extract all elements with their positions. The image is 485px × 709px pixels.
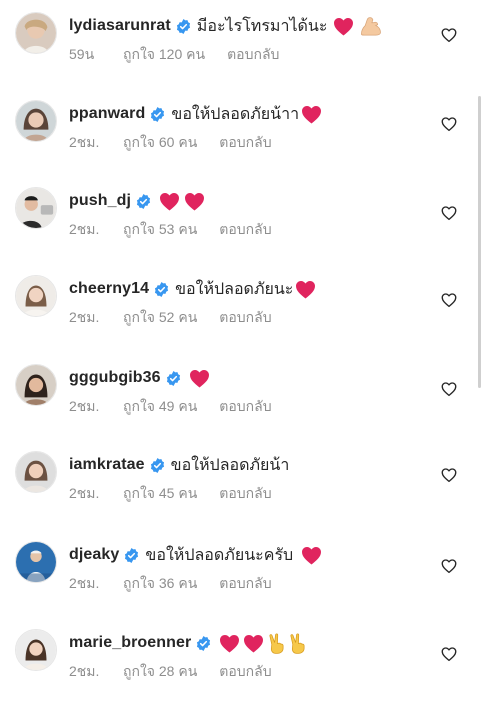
- comment-meta: 2ชม. ถูกใจ 28 คน ตอบกลับ: [69, 663, 272, 681]
- heart-outline-icon[interactable]: [440, 466, 458, 484]
- verified-badge-icon: [124, 547, 139, 563]
- comment-likes-count[interactable]: ถูกใจ 52 คน: [123, 307, 197, 329]
- red-heart-emoji: [301, 105, 322, 124]
- avatar[interactable]: [15, 12, 57, 54]
- verified-badge-icon: [154, 281, 169, 297]
- comment-item: ppanward ขอให้ปลอดภัยน้าา 2ชม. ถูกใจ 60 …: [0, 100, 485, 180]
- comment-username[interactable]: ppanward: [69, 105, 145, 123]
- comment-username[interactable]: gggubgib36: [69, 369, 161, 387]
- comment-line: lydiasarunrat มีอะไรโทรมาได้นะ: [69, 14, 382, 38]
- comments-list: lydiasarunrat มีอะไรโทรมาได้นะ 59น ถูกใจ…: [0, 0, 485, 696]
- avatar[interactable]: [15, 629, 57, 671]
- comment-text: มีอะไรโทรมาได้นะ: [196, 17, 328, 35]
- comment-text: ขอให้ปลอดภัยน้า: [170, 456, 290, 474]
- verified-badge-icon: [136, 193, 151, 209]
- comment-meta: 2ชม. ถูกใจ 49 คน ตอบกลับ: [69, 398, 272, 416]
- comment-item: lydiasarunrat มีอะไรโทรมาได้นะ 59น ถูกใจ…: [0, 12, 485, 92]
- comment-item: marie_broenner 2ชม. ถูกใจ 28 คน ตอบกลับ: [0, 629, 485, 709]
- verified-badge-icon: [150, 457, 165, 473]
- comment-text: ขอให้ปลอดภัยน้าา: [171, 105, 300, 123]
- reply-button[interactable]: ตอบกลับ: [219, 396, 271, 418]
- red-heart-emoji: [184, 192, 205, 211]
- reply-button[interactable]: ตอบกลับ: [227, 44, 279, 66]
- comment-likes-count[interactable]: ถูกใจ 28 คน: [123, 661, 197, 683]
- avatar[interactable]: [15, 275, 57, 317]
- comment-meta: 2ชม. ถูกใจ 36 คน ตอบกลับ: [69, 575, 272, 593]
- comment-line: marie_broenner: [69, 631, 306, 655]
- red-heart-emoji: [159, 192, 180, 211]
- comment-line: ppanward ขอให้ปลอดภัยน้าา: [69, 102, 322, 126]
- comment-item: djeaky ขอให้ปลอดภัยนะครับ 2ชม. ถูกใจ 36 …: [0, 541, 485, 621]
- avatar[interactable]: [15, 364, 57, 406]
- comment-username[interactable]: marie_broenner: [69, 634, 191, 652]
- heart-outline-icon[interactable]: [440, 204, 458, 222]
- comment-username[interactable]: cheerny14: [69, 280, 149, 298]
- comment-timestamp: 2ชม.: [69, 485, 100, 501]
- red-heart-emoji: [243, 634, 264, 653]
- victory-hand-emoji: [289, 632, 306, 654]
- comment-timestamp: 2ชม.: [69, 134, 100, 150]
- comment-meta: 2ชม. ถูกใจ 45 คน ตอบกลับ: [69, 485, 272, 503]
- comment-timestamp: 2ชม.: [69, 663, 100, 679]
- comment-item: push_dj 2ชม. ถูกใจ 53 คน ตอบกลับ: [0, 187, 485, 267]
- heart-outline-icon[interactable]: [440, 645, 458, 663]
- comment-line: djeaky ขอให้ปลอดภัยนะครับ: [69, 543, 322, 567]
- comment-item: cheerny14 ขอให้ปลอดภัยนะ 2ชม. ถูกใจ 52 ค…: [0, 275, 485, 355]
- comment-username[interactable]: iamkratae: [69, 456, 145, 474]
- comment-likes-count[interactable]: ถูกใจ 53 คน: [123, 219, 197, 241]
- comment-likes-count[interactable]: ถูกใจ 45 คน: [123, 483, 197, 505]
- verified-badge-icon: [196, 635, 211, 651]
- red-heart-emoji: [295, 280, 316, 299]
- comment-username[interactable]: push_dj: [69, 192, 131, 210]
- comment-likes-count[interactable]: ถูกใจ 120 คน: [123, 44, 205, 66]
- reply-button[interactable]: ตอบกลับ: [219, 219, 271, 241]
- heart-outline-icon[interactable]: [440, 291, 458, 309]
- avatar[interactable]: [15, 451, 57, 493]
- comment-likes-count[interactable]: ถูกใจ 36 คน: [123, 573, 197, 595]
- reply-button[interactable]: ตอบกลับ: [219, 132, 271, 154]
- avatar[interactable]: [15, 541, 57, 583]
- flexed-biceps-emoji: [358, 16, 382, 37]
- red-heart-emoji: [219, 634, 240, 653]
- comment-meta: 2ชม. ถูกใจ 60 คน ตอบกลับ: [69, 134, 272, 152]
- comment-text: ขอให้ปลอดภัยนะครับ: [145, 546, 294, 564]
- comment-timestamp: 2ชม.: [69, 221, 100, 237]
- red-heart-emoji: [333, 17, 354, 36]
- victory-hand-emoji: [268, 632, 285, 654]
- comment-timestamp: 59น: [69, 46, 95, 62]
- avatar[interactable]: [15, 100, 57, 142]
- comment-timestamp: 2ชม.: [69, 398, 100, 414]
- comment-username[interactable]: djeaky: [69, 546, 119, 564]
- verified-badge-icon: [150, 106, 165, 122]
- reply-button[interactable]: ตอบกลับ: [219, 661, 271, 683]
- comment-line: gggubgib36: [69, 366, 210, 390]
- avatar[interactable]: [15, 187, 57, 229]
- heart-outline-icon[interactable]: [440, 115, 458, 133]
- comment-line: push_dj: [69, 189, 205, 213]
- comment-timestamp: 2ชม.: [69, 575, 100, 591]
- comment-likes-count[interactable]: ถูกใจ 49 คน: [123, 396, 197, 418]
- comment-item: gggubgib36 2ชม. ถูกใจ 49 คน ตอบกลับ: [0, 364, 485, 444]
- comment-line: cheerny14 ขอให้ปลอดภัยนะ: [69, 277, 316, 301]
- reply-button[interactable]: ตอบกลับ: [219, 307, 271, 329]
- comment-meta: 2ชม. ถูกใจ 53 คน ตอบกลับ: [69, 221, 272, 239]
- comment-text: ขอให้ปลอดภัยนะ: [175, 280, 294, 298]
- heart-outline-icon[interactable]: [440, 26, 458, 44]
- comment-meta: 59น ถูกใจ 120 คน ตอบกลับ: [69, 46, 279, 64]
- reply-button[interactable]: ตอบกลับ: [219, 483, 271, 505]
- red-heart-emoji: [189, 369, 210, 388]
- heart-outline-icon[interactable]: [440, 557, 458, 575]
- comment-line: iamkratae ขอให้ปลอดภัยน้า: [69, 453, 289, 477]
- scrollbar[interactable]: [478, 96, 481, 388]
- comment-likes-count[interactable]: ถูกใจ 60 คน: [123, 132, 197, 154]
- red-heart-emoji: [301, 546, 322, 565]
- comment-username[interactable]: lydiasarunrat: [69, 17, 171, 35]
- comment-timestamp: 2ชม.: [69, 309, 100, 325]
- heart-outline-icon[interactable]: [440, 380, 458, 398]
- verified-badge-icon: [176, 18, 191, 34]
- comment-meta: 2ชม. ถูกใจ 52 คน ตอบกลับ: [69, 309, 272, 327]
- reply-button[interactable]: ตอบกลับ: [219, 573, 271, 595]
- comment-item: iamkratae ขอให้ปลอดภัยน้า 2ชม. ถูกใจ 45 …: [0, 451, 485, 531]
- verified-badge-icon: [166, 370, 181, 386]
